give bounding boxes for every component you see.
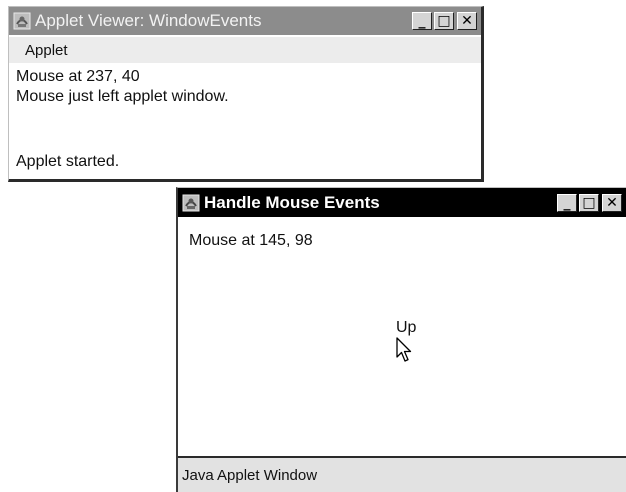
window-title: Applet Viewer: WindowEvents bbox=[35, 11, 262, 30]
mouse-position-text: Mouse at 237, 40 bbox=[16, 68, 140, 85]
applet-viewer-window: Applet Viewer: WindowEvents _ □ ✕ Applet… bbox=[8, 6, 484, 182]
java-applet-statusbar: Java Applet Window bbox=[178, 456, 626, 492]
maximize-button[interactable]: □ bbox=[579, 193, 599, 212]
minimize-button[interactable]: _ bbox=[412, 12, 432, 30]
menu-bar: Applet bbox=[9, 37, 481, 63]
handle-mouse-events-titlebar[interactable]: Handle Mouse Events _ □ ✕ bbox=[178, 188, 626, 217]
mouse-up-text: Up bbox=[396, 319, 417, 336]
close-button[interactable]: ✕ bbox=[457, 12, 477, 30]
maximize-button[interactable]: □ bbox=[434, 12, 454, 30]
statusbar-text: Java Applet Window bbox=[182, 466, 318, 484]
menu-applet[interactable]: Applet bbox=[25, 42, 68, 59]
java-applet-icon[interactable] bbox=[13, 12, 31, 30]
window-controls: _ □ ✕ bbox=[410, 12, 477, 30]
java-applet-icon[interactable] bbox=[182, 194, 200, 212]
applet-viewer-titlebar[interactable]: Applet Viewer: WindowEvents _ □ ✕ bbox=[9, 7, 481, 35]
window-controls: _ □ ✕ bbox=[555, 193, 622, 212]
minimize-button[interactable]: _ bbox=[557, 193, 577, 212]
close-button[interactable]: ✕ bbox=[602, 193, 622, 212]
mouse-events-canvas[interactable]: Mouse at 145, 98 Up bbox=[178, 217, 626, 456]
applet-status-text: Applet started. bbox=[16, 153, 120, 170]
mouse-event-text: Mouse just left applet window. bbox=[16, 88, 229, 105]
window-title: Handle Mouse Events bbox=[204, 192, 380, 212]
arrow-pointer-icon bbox=[396, 337, 414, 370]
handle-mouse-events-window: Handle Mouse Events _ □ ✕ Mouse at 145, … bbox=[176, 187, 626, 492]
mouse-position-text: Mouse at 145, 98 bbox=[189, 232, 313, 249]
